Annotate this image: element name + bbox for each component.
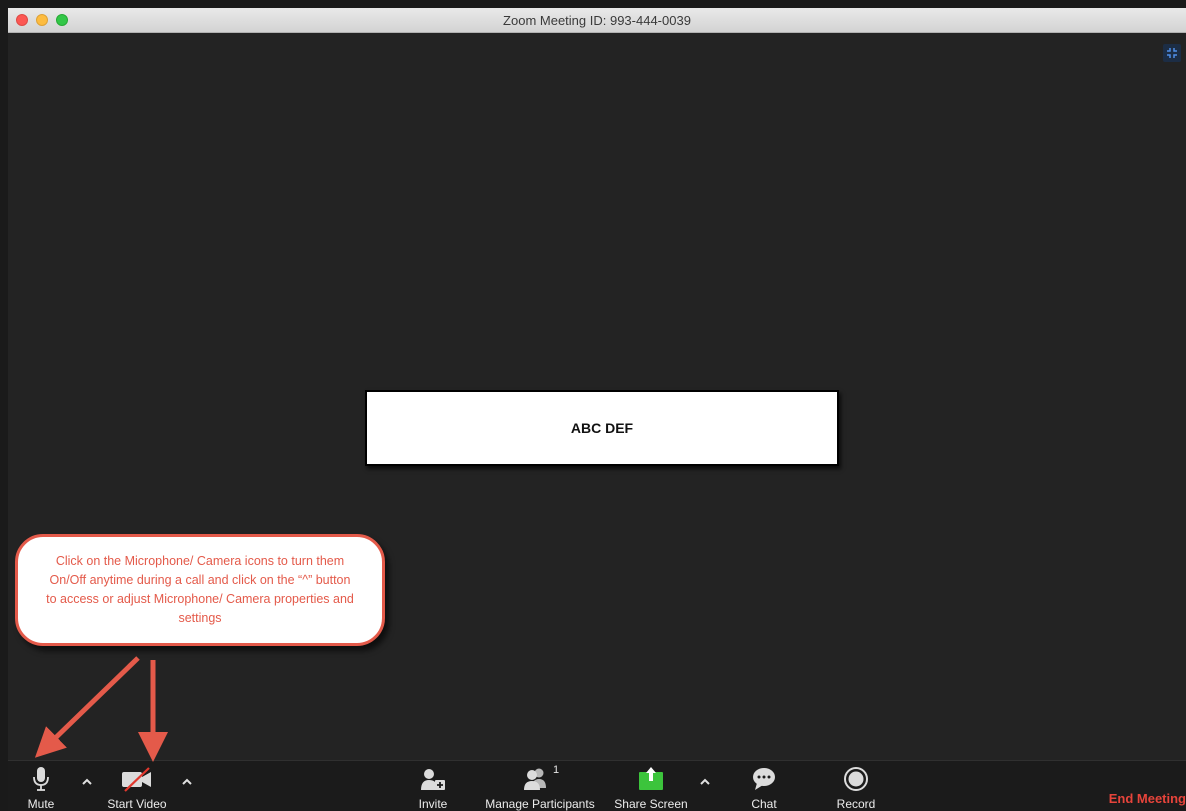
video-options-caret-icon[interactable]: [180, 775, 194, 789]
chat-button[interactable]: Chat: [744, 761, 784, 811]
zoom-window: Zoom Meeting ID: 993-444-0039 ABC DEF Mu…: [8, 8, 1186, 811]
record-button[interactable]: Record: [836, 761, 876, 811]
audio-options-caret-icon[interactable]: [80, 775, 94, 789]
participant-count: 1: [552, 764, 560, 776]
instruction-callout: Click on the Microphone/ Camera icons to…: [15, 534, 385, 646]
participants-icon: [523, 768, 546, 790]
invite-icon: [421, 769, 445, 790]
share-screen-button[interactable]: Share Screen: [614, 761, 688, 811]
exit-fullscreen-icon[interactable]: [1163, 44, 1181, 62]
window-title: Zoom Meeting ID: 993-444-0039: [503, 13, 691, 28]
mute-label: Mute: [27, 797, 55, 811]
invite-button[interactable]: Invite: [413, 761, 453, 811]
participant-name: ABC DEF: [570, 420, 634, 436]
start-video-label: Start Video: [107, 797, 167, 811]
chat-label: Chat: [751, 797, 777, 811]
invite-label: Invite: [418, 797, 448, 811]
title-bar: Zoom Meeting ID: 993-444-0039: [8, 8, 1186, 33]
microphone-icon: [33, 767, 49, 791]
video-area: ABC DEF: [8, 33, 1186, 760]
manage-participants-button[interactable]: 1 Manage Participants: [485, 761, 594, 811]
meeting-toolbar: Mute Start Video Invite 1 Manage Partici…: [8, 760, 1186, 811]
callout-text: Click on the Microphone/ Camera icons to…: [46, 554, 354, 625]
share-screen-label: Share Screen: [614, 797, 688, 811]
video-off-icon: [122, 767, 151, 792]
share-options-caret-icon[interactable]: [698, 775, 712, 789]
manage-participants-label: Manage Participants: [485, 797, 595, 811]
share-screen-icon: [639, 767, 663, 790]
record-icon: [844, 767, 868, 791]
mute-button[interactable]: Mute: [20, 761, 62, 811]
record-label: Record: [836, 797, 876, 811]
start-video-button[interactable]: Start Video: [107, 761, 167, 811]
chat-icon: [753, 768, 775, 790]
participant-name-card: ABC DEF: [365, 390, 839, 466]
end-meeting-button[interactable]: End Meeting: [1109, 791, 1186, 806]
